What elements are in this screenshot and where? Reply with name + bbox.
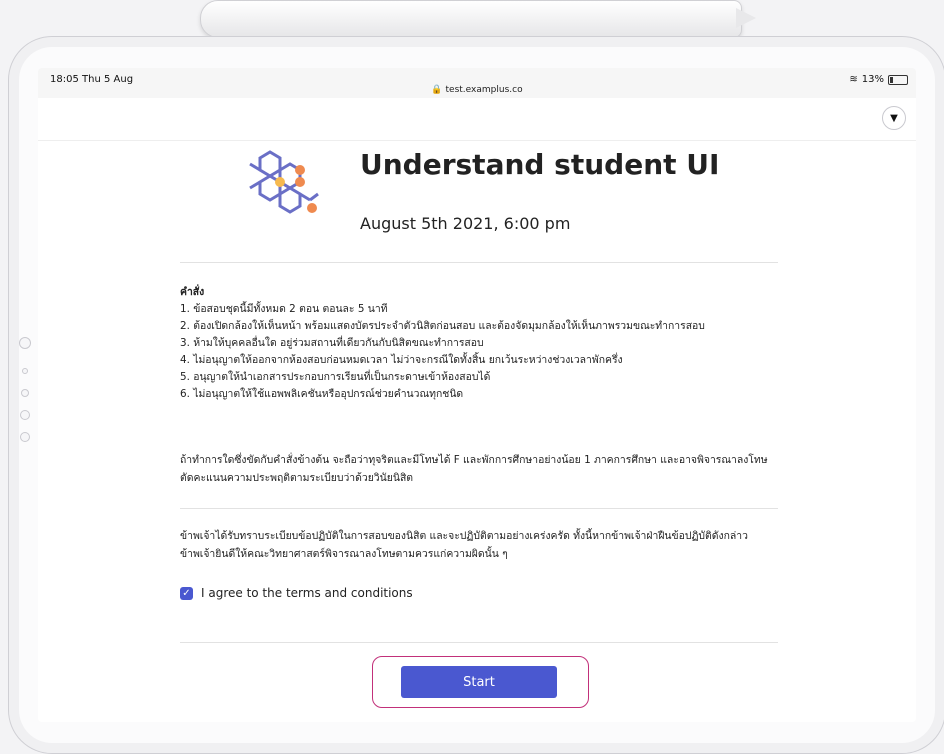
instruction-item: 1. ข้อสอบชุดนี้มีทั้งหมด 2 ตอน ตอนละ 5 น… [180, 303, 388, 315]
instruction-item: 5. อนุญาตให้นำเอกสารประกอบการเรียนที่เป็… [180, 371, 491, 383]
exam-title: Understand student UI [360, 148, 720, 181]
instruction-item: 4. ไม่อนุญาตให้ออกจากห้องสอบก่อนหมดเวลา … [180, 354, 623, 366]
clock: 18:05 [50, 74, 79, 85]
side-dot [21, 389, 29, 397]
battery-icon [888, 74, 908, 85]
agree-terms[interactable]: ✓ I agree to the terms and conditions [180, 586, 413, 600]
url-bar[interactable]: 🔒 test.examplus.co [38, 85, 916, 95]
instruction-item: 2. ต้องเปิดกล้องให้เห็นหน้า พร้อมแสดงบัต… [180, 320, 705, 332]
date-label: Thu 5 Aug [82, 74, 134, 85]
apple-pencil [200, 0, 742, 38]
url-text: test.examplus.co [445, 85, 523, 95]
top-toolbar: ▼ [38, 98, 916, 141]
instruction-item: 6. ไม่อนุญาตให้ใช้แอพพลิเคชันหรืออุปกรณ์… [180, 388, 464, 400]
instructions-heading: คำสั่ง [180, 286, 205, 298]
pledge-text: ข้าพเจ้าได้รับทราบระเบียบข้อปฏิบัติในการ… [180, 530, 748, 560]
molecule-logo-icon [249, 150, 319, 214]
agree-label: I agree to the terms and conditions [201, 586, 413, 600]
battery-percent: 13% [861, 74, 884, 85]
start-button[interactable]: Start [401, 666, 557, 698]
status-bar: 18:05 Thu 5 Aug 🔒 test.examplus.co ≋ 13% [38, 68, 916, 98]
penalty-warning: ถ้าทำการใดซึ่งขัดกับคำสั่งข้างต้น จะถือว… [180, 454, 768, 484]
side-button [19, 337, 31, 349]
wifi-icon: ≋ [849, 74, 858, 85]
side-dot [20, 432, 30, 442]
chevron-down-icon[interactable]: ▼ [882, 106, 906, 130]
divider [180, 642, 778, 643]
ipad-screen: 18:05 Thu 5 Aug 🔒 test.examplus.co ≋ 13%… [38, 68, 916, 722]
divider [180, 508, 778, 509]
divider [180, 262, 778, 263]
exam-datetime: August 5th 2021, 6:00 pm [360, 214, 571, 233]
pencil-tip [736, 8, 756, 28]
status-right: ≋ 13% [849, 74, 908, 85]
status-time: 18:05 Thu 5 Aug [50, 74, 133, 85]
side-dot [20, 410, 30, 420]
instruction-item: 3. ห้ามให้บุคคลอื่นใด อยู่ร่วมสถานที่เดี… [180, 337, 484, 349]
instructions: คำสั่ง 1. ข้อสอบชุดนี้มีทั้งหมด 2 ตอน ตอ… [180, 284, 778, 403]
lock-icon: 🔒 [431, 85, 443, 95]
side-dot [22, 368, 28, 374]
checkbox-checked-icon[interactable]: ✓ [180, 586, 193, 600]
